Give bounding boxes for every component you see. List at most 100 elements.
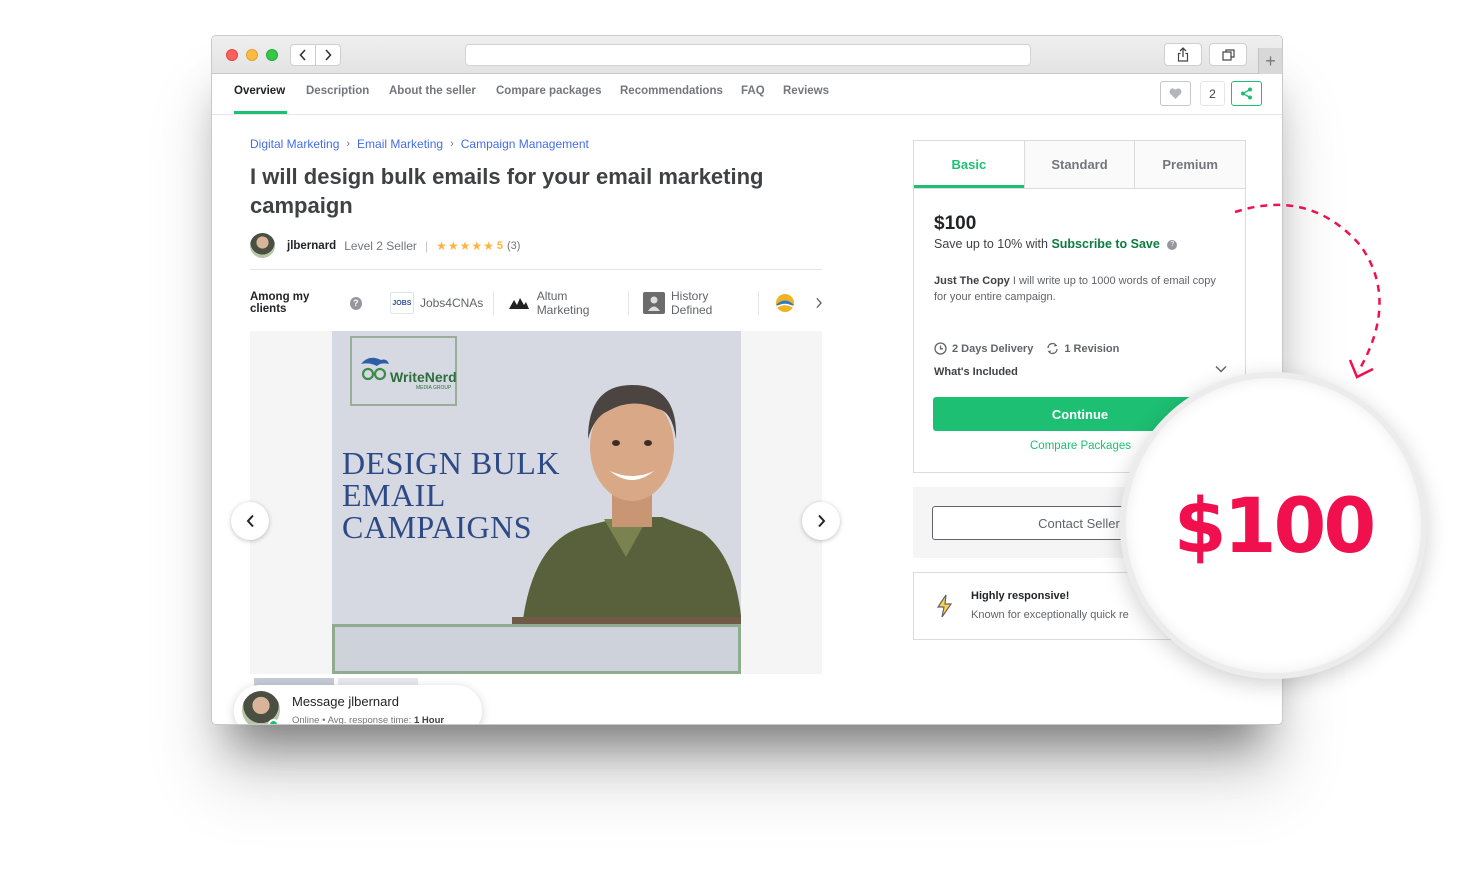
client-item[interactable]: JOBS Jobs4CNAs — [389, 291, 495, 315]
message-status: Online • Avg. response time: 1 Hour — [292, 715, 445, 725]
responsive-body: Known for exceptionally quick re — [971, 609, 1129, 621]
gig-gallery: WriteNerd MEDIA GROUP DESIGN BULK EMAIL … — [250, 331, 822, 674]
seller-level: Level 2 Seller — [344, 238, 417, 253]
chevron-right-icon — [325, 49, 332, 61]
browser-window: + Overview Description About the seller … — [211, 35, 1283, 725]
chevron-right-icon — [817, 514, 825, 528]
delivery-time: 2 Days Delivery — [952, 342, 1034, 355]
review-count[interactable]: (3) — [507, 240, 520, 252]
clock-icon — [934, 342, 947, 355]
active-tab-indicator — [234, 111, 287, 114]
help-icon[interactable]: ? — [349, 296, 362, 310]
save-to-list-button[interactable] — [1160, 81, 1191, 106]
gig-sub-navigation: Overview Description About the seller Co… — [212, 74, 1282, 115]
package-name: Just The Copy — [934, 275, 1010, 287]
seller-overview: jlbernard Level 2 Seller | ★★★★★ 5 (3) — [250, 233, 520, 258]
back-button[interactable] — [290, 44, 316, 66]
online-indicator-icon — [268, 719, 279, 724]
message-seller-bubble[interactable]: Message jlbernard Online • Avg. response… — [234, 685, 482, 725]
breadcrumb-separator-icon: › — [450, 138, 454, 150]
client-item[interactable]: History Defined — [642, 289, 759, 317]
share-gig-button[interactable] — [1231, 81, 1262, 106]
gig-title: I will design bulk emails for your email… — [250, 164, 764, 218]
gallery-slide[interactable]: WriteNerd MEDIA GROUP DESIGN BULK EMAIL … — [332, 331, 741, 674]
package-tab-premium[interactable]: Premium — [1134, 141, 1246, 188]
logo-text: WriteNerd — [390, 369, 457, 385]
breadcrumb-digital-marketing[interactable]: Digital Marketing — [250, 137, 339, 151]
save-prefix: Save up to 10% with — [934, 237, 1048, 251]
new-tab-button[interactable]: + — [1258, 48, 1282, 74]
writenerd-mascot-icon — [361, 357, 389, 381]
share-nodes-icon — [1241, 87, 1252, 100]
client-name: History Defined — [670, 289, 713, 317]
package-tabs: Basic Standard Premium — [914, 141, 1246, 189]
writenerd-logo: WriteNerd MEDIA GROUP — [350, 336, 457, 406]
save-count: 2 — [1200, 81, 1225, 106]
package-tab-standard[interactable]: Standard — [1023, 141, 1135, 188]
gallery-next-button[interactable] — [802, 502, 840, 540]
chevron-right-icon[interactable] — [815, 297, 822, 309]
tab-recommendations[interactable]: Recommendations — [620, 85, 723, 97]
tab-about-seller[interactable]: About the seller — [389, 85, 476, 97]
heart-icon — [1169, 87, 1182, 99]
tab-compare-packages[interactable]: Compare packages — [496, 85, 601, 97]
response-time-label: Avg. response time: — [327, 715, 412, 725]
responsive-title: Highly responsive! — [971, 590, 1070, 602]
message-title: Message jlbernard — [292, 694, 399, 709]
tab-description[interactable]: Description — [306, 85, 369, 97]
slide-footer-box — [332, 624, 741, 674]
whats-included-toggle[interactable]: What's Included — [934, 366, 1018, 378]
callout-price: $100 — [1173, 481, 1377, 570]
share-toolbar-button[interactable] — [1164, 43, 1202, 66]
breadcrumb: Digital Marketing › Email Marketing › Ca… — [250, 137, 589, 151]
tabs-overview-button[interactable] — [1209, 43, 1247, 66]
breadcrumb-separator-icon: › — [346, 138, 351, 150]
package-description: Just The Copy I will write up to 1000 wo… — [934, 273, 1226, 305]
title-bar: + — [212, 36, 1282, 74]
tabs-icon — [1221, 48, 1235, 61]
seller-name[interactable]: jlbernard — [287, 240, 336, 252]
client-name: Altum Marketing — [536, 289, 590, 317]
logo-subtext: MEDIA GROUP — [416, 385, 452, 391]
address-bar[interactable] — [465, 44, 1031, 66]
star-rating-icon: ★★★★★ — [436, 238, 495, 253]
help-icon[interactable]: ? — [1167, 239, 1178, 250]
response-time-value: 1 Hour — [414, 715, 445, 725]
package-meta: 2 Days Delivery 1 Revision — [934, 342, 1119, 355]
clients-label: Among my clients — [250, 291, 310, 315]
client-name: Jobs4CNAs — [419, 296, 484, 310]
jobs4cnas-logo-icon: JOBS — [389, 292, 414, 314]
share-icon — [1177, 47, 1189, 62]
dashed-arrow-icon — [1234, 203, 1381, 379]
altum-logo-icon — [508, 292, 530, 314]
zoom-window-button[interactable] — [266, 49, 278, 61]
revision-count: 1 Revision — [1064, 342, 1120, 355]
chevron-down-icon[interactable] — [1215, 365, 1227, 373]
breadcrumb-campaign-management[interactable]: Campaign Management — [461, 137, 589, 151]
clients-strip: Among my clients ? JOBS Jobs4CNAs Altum … — [250, 289, 822, 317]
gallery-prev-button[interactable] — [231, 502, 269, 540]
seller-avatar[interactable] — [250, 233, 275, 258]
price-magnifier-callout: $100 — [1120, 372, 1427, 679]
package-tab-basic[interactable]: Basic — [914, 141, 1024, 188]
seller-photo — [512, 385, 741, 627]
tab-faq[interactable]: FAQ — [741, 85, 765, 97]
client-logo-icon — [773, 292, 797, 314]
chevron-left-icon — [246, 514, 254, 528]
divider — [250, 269, 822, 270]
subscribe-to-save-link[interactable]: Subscribe to Save — [1051, 237, 1159, 251]
client-item[interactable]: Altum Marketing — [508, 289, 629, 317]
subscribe-save-text: Save up to 10% with Subscribe to Save ? — [934, 237, 1178, 251]
rating-score: 5 — [496, 239, 503, 252]
package-price: $100 — [934, 213, 977, 234]
client-item[interactable] — [773, 291, 803, 315]
breadcrumb-email-marketing[interactable]: Email Marketing — [357, 137, 443, 151]
history-defined-logo-icon — [642, 292, 665, 314]
close-window-button[interactable] — [226, 49, 238, 61]
tab-overview[interactable]: Overview — [234, 85, 285, 97]
tab-reviews[interactable]: Reviews — [783, 85, 829, 97]
lightning-icon — [936, 594, 953, 618]
minimize-window-button[interactable] — [246, 49, 258, 61]
forward-button[interactable] — [315, 44, 341, 66]
refresh-icon — [1047, 342, 1058, 355]
